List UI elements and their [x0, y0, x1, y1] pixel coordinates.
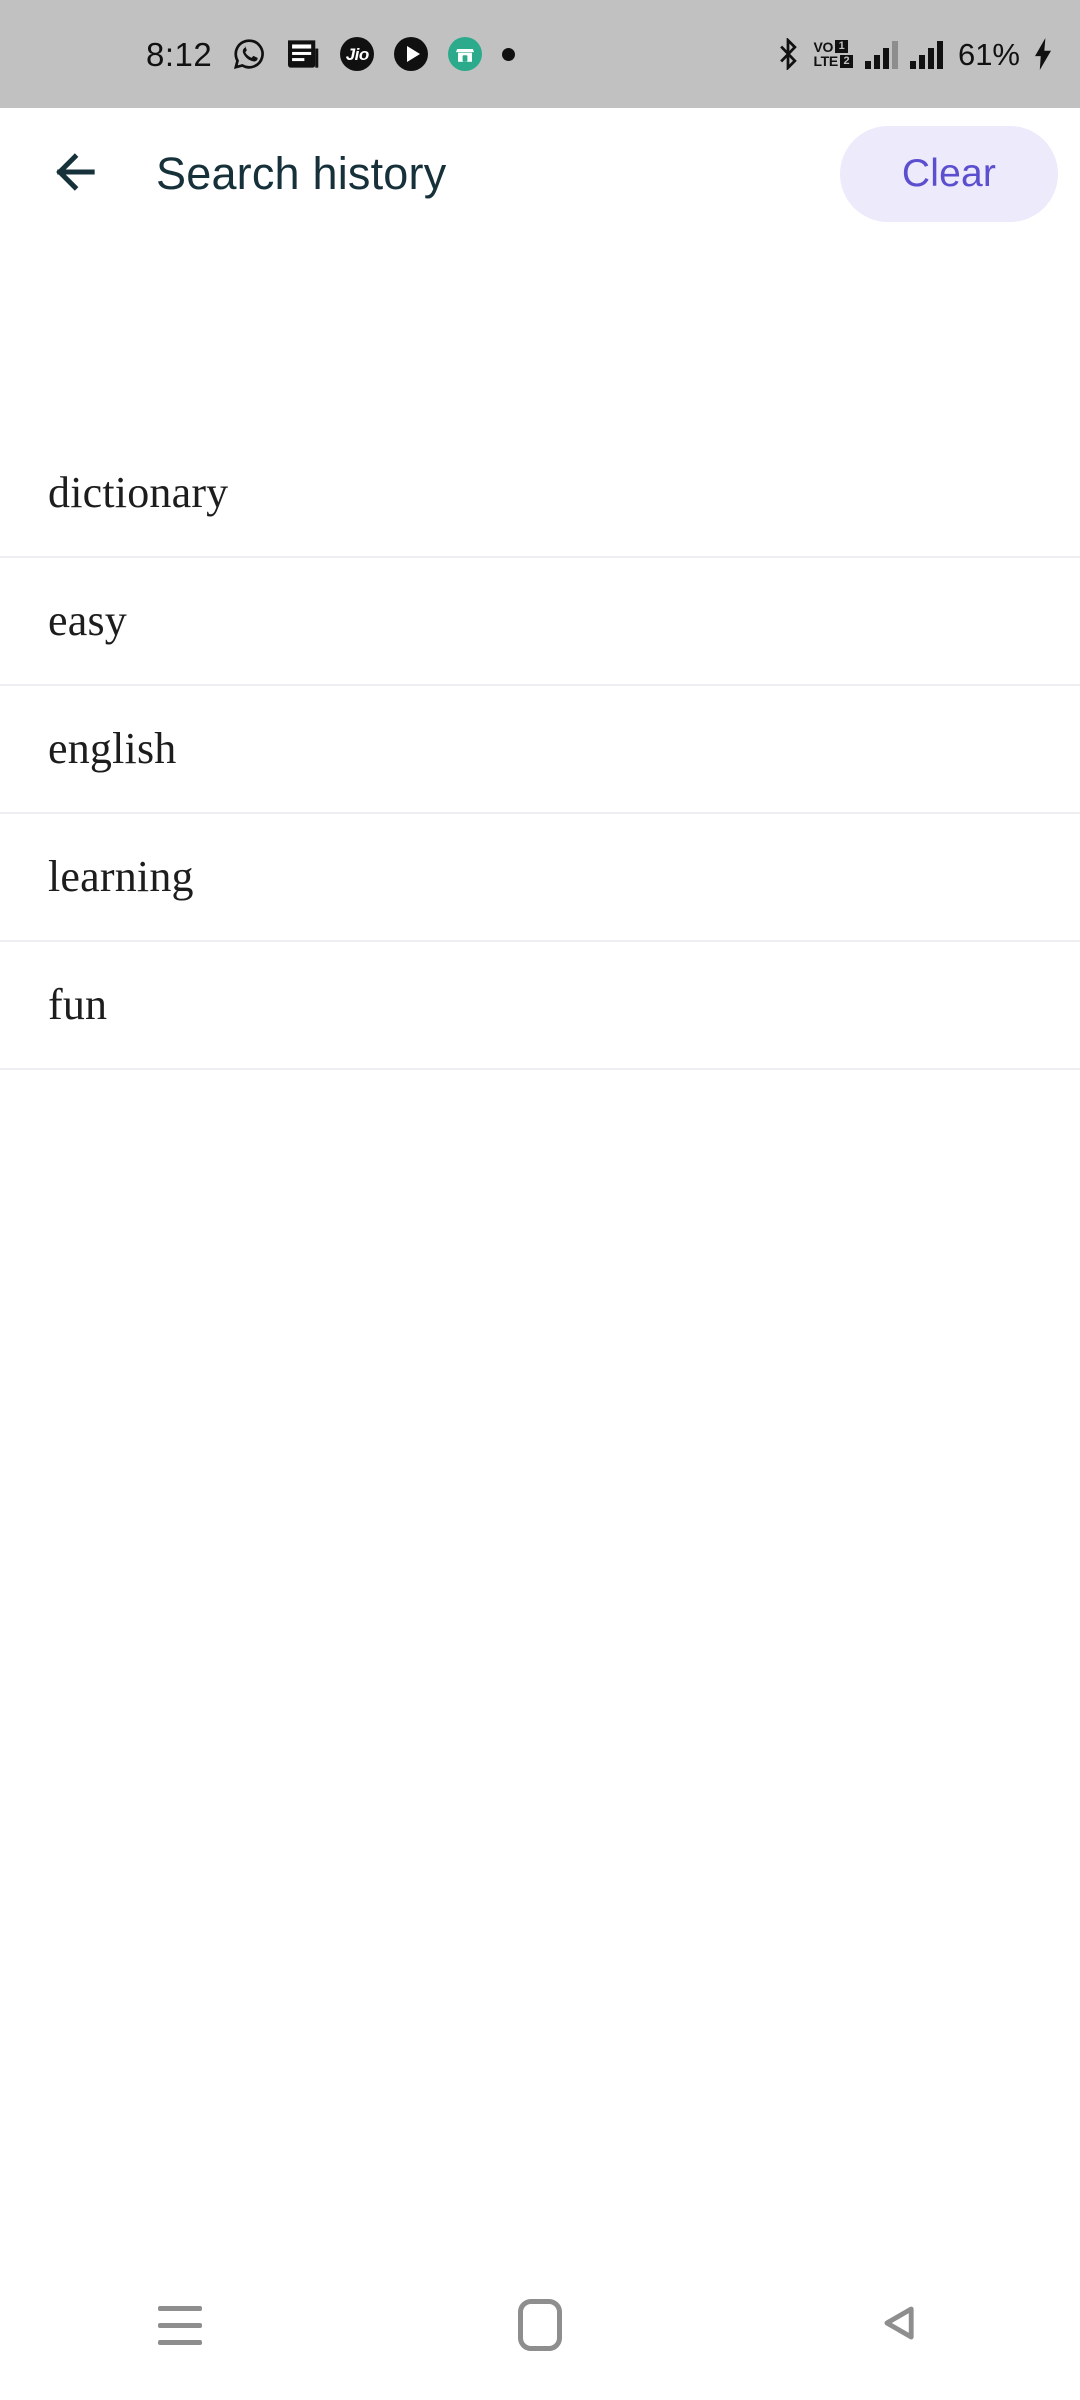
list-item[interactable]: fun: [0, 942, 1080, 1070]
more-notifications-dot-icon: [502, 47, 516, 61]
bluetooth-icon: [775, 36, 801, 72]
news-icon: [286, 39, 320, 69]
recents-icon: [158, 2305, 202, 2345]
search-history-list: dictionary easy english learning fun: [0, 430, 1080, 1070]
play-icon: [394, 37, 429, 71]
list-item[interactable]: dictionary: [0, 430, 1080, 558]
battery-percent-label: 61%: [957, 36, 1020, 72]
list-item[interactable]: easy: [0, 558, 1080, 686]
recents-button[interactable]: [105, 2250, 255, 2400]
whatsapp-icon: [232, 37, 266, 71]
list-item[interactable]: learning: [0, 814, 1080, 942]
clear-button[interactable]: Clear: [840, 126, 1058, 222]
phone-screen: 8:12 Jio VO 1 LTE 2 61% Search history C…: [0, 0, 1080, 2400]
sim2-badge: 2: [839, 54, 853, 68]
back-arrow-icon: [51, 146, 103, 203]
volte-bottom-label: LTE: [813, 53, 838, 69]
home-icon: [518, 2299, 562, 2351]
history-item-label: fun: [48, 980, 108, 1029]
system-back-button[interactable]: [825, 2250, 975, 2400]
shop-icon: [448, 37, 483, 71]
history-item-label: dictionary: [48, 468, 229, 517]
sim1-badge: 1: [835, 40, 849, 54]
status-bar: 8:12 Jio VO 1 LTE 2 61%: [0, 0, 1080, 108]
jio-label: Jio: [345, 44, 370, 64]
volte-indicator: VO 1 LTE 2: [813, 38, 853, 69]
jio-icon: Jio: [340, 37, 375, 71]
status-bar-clock: 8:12: [146, 35, 213, 73]
signal-bars-sim2-icon: [909, 39, 943, 69]
charging-bolt-icon: [1032, 38, 1054, 70]
app-bar: Search history Clear: [0, 108, 1080, 240]
history-item-label: english: [48, 724, 177, 773]
home-button[interactable]: [465, 2250, 615, 2400]
history-item-label: learning: [48, 852, 194, 901]
status-bar-left: 8:12 Jio: [26, 37, 775, 71]
signal-bars-sim1-icon: [864, 39, 898, 69]
history-item-label: easy: [48, 596, 127, 645]
back-button[interactable]: [22, 119, 132, 229]
android-navigation-bar: [0, 2250, 1080, 2400]
page-title: Search history: [156, 148, 447, 199]
back-icon: [872, 2295, 928, 2356]
status-bar-right: VO 1 LTE 2 61%: [775, 36, 1054, 72]
list-item[interactable]: english: [0, 686, 1080, 814]
volte-top-label: VO: [813, 38, 834, 55]
